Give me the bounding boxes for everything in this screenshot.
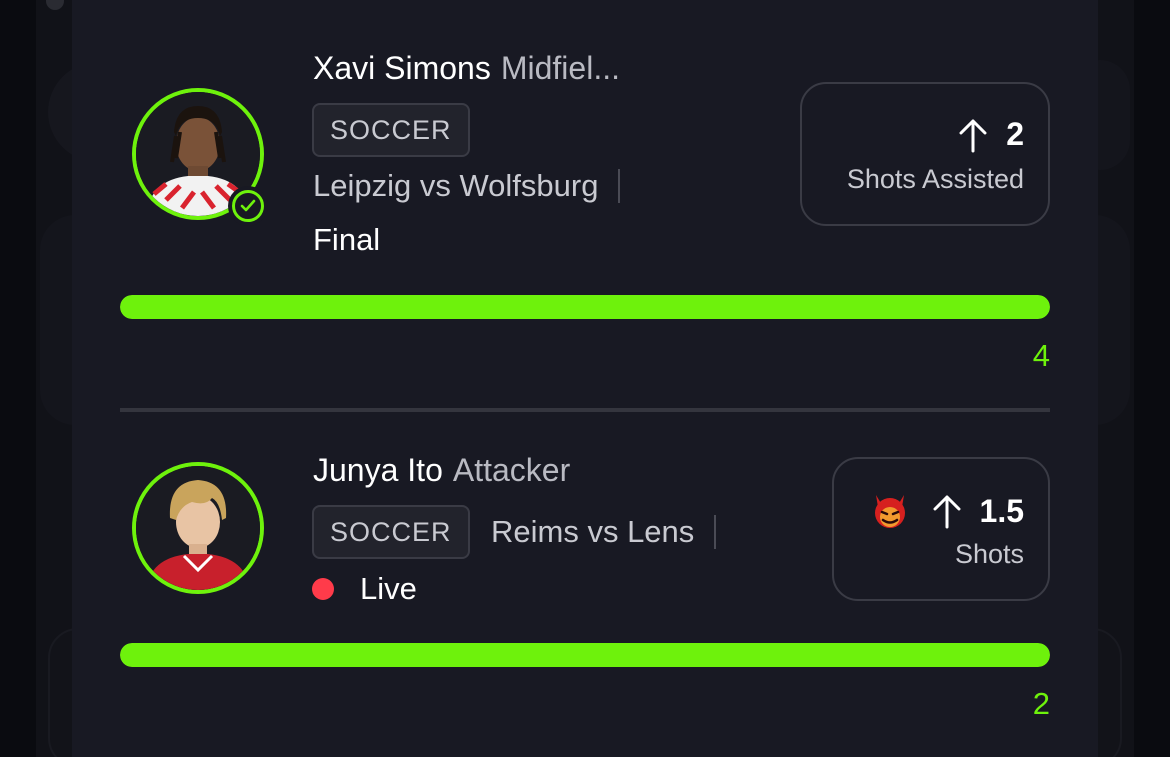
pick-card[interactable]: Xavi Simons Midfiel... SOCCER Leipzig vs … (120, 0, 1050, 410)
pick-card[interactable]: Junya Ito Attacker SOCCER Reims vs Lens L… (120, 410, 1050, 757)
live-indicator-icon (312, 578, 334, 600)
player-name: Junya Ito (313, 452, 443, 488)
picks-modal: Xavi Simons Midfiel... SOCCER Leipzig vs … (72, 0, 1098, 757)
matchup: Leipzig vs Wolfsburg (313, 168, 621, 204)
demon-icon (870, 491, 910, 531)
progress-bar (120, 295, 1050, 319)
stat-label: Shots Assisted (846, 164, 1024, 194)
arrow-up-icon (932, 493, 962, 529)
player-position: Midfiel... (500, 50, 620, 86)
stat-line-value: 1.5 (979, 492, 1024, 529)
game-status: Final (313, 222, 381, 257)
matchup: Reims vs Lens (491, 514, 717, 550)
player-position: Attacker (452, 452, 571, 488)
progress-fill (120, 643, 1050, 667)
matchup-text: Leipzig vs Wolfsburg (313, 168, 599, 203)
sport-badge: SOCCER (312, 103, 470, 157)
stat-line: 1.5 (870, 491, 1024, 531)
stat-line: 2 (958, 116, 1024, 153)
player-avatar (132, 462, 264, 594)
stat-box: 1.5 Shots (832, 457, 1050, 601)
actual-count: 2 (1032, 686, 1050, 721)
progress-fill (120, 295, 1050, 319)
game-status: Live (312, 571, 417, 607)
progress-bar (120, 643, 1050, 667)
stat-label: Shots (954, 539, 1024, 569)
matchup-separator (714, 515, 717, 549)
game-status-text: Live (360, 571, 417, 606)
stat-line-value: 2 (1006, 116, 1024, 152)
matchup-text: Reims vs Lens (491, 514, 695, 549)
verified-check-icon (228, 186, 268, 226)
player-photo (136, 466, 260, 590)
actual-count: 4 (1032, 338, 1050, 373)
stat-box: 2 Shots Assisted (800, 82, 1050, 226)
arrow-up-icon (958, 117, 988, 153)
player-name: Xavi Simons (313, 50, 491, 86)
matchup-separator (618, 169, 621, 203)
player-info: Junya Ito Attacker (313, 452, 570, 489)
player-info: Xavi Simons Midfiel... (313, 50, 620, 87)
sport-badge: SOCCER (312, 505, 470, 559)
